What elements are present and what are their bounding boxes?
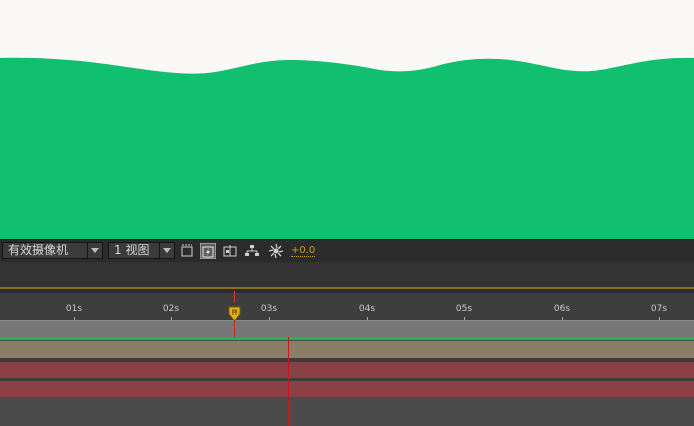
ruler-label: 07s: [650, 304, 668, 314]
ruler-label: 05s: [455, 304, 473, 314]
camera-dropdown-label: 有效摄像机: [8, 243, 69, 257]
current-time-indicator-line: [234, 291, 235, 302]
chevron-down-icon: [159, 243, 174, 258]
viewer-toolbar: 有效摄像机 1 视图 +0.0: [0, 239, 694, 262]
ruler-label: 03s: [260, 304, 278, 314]
current-time-indicator-line: [234, 320, 235, 337]
layer-duration-bar[interactable]: [0, 381, 694, 397]
ruler-label: 01s: [65, 304, 83, 314]
current-time-indicator-icon[interactable]: [228, 306, 241, 322]
camera-dropdown[interactable]: 有效摄像机: [2, 242, 103, 259]
layer-duration-bar[interactable]: [0, 362, 694, 378]
timeline-header-area: [0, 262, 694, 287]
work-area-band[interactable]: [0, 320, 694, 337]
time-ruler[interactable]: 01s 02s 03s 04s 05s 06s 07s: [0, 293, 694, 320]
layer-duration-bar[interactable]: [0, 341, 694, 358]
view-layout-dropdown-label: 1 视图: [114, 243, 150, 257]
fast-previews-icon[interactable]: [200, 243, 216, 259]
ruler-label: 06s: [553, 304, 571, 314]
exposure-icon[interactable]: [268, 243, 284, 259]
flowchart-icon[interactable]: [244, 243, 260, 259]
green-marker-line: [0, 337, 694, 340]
ruler-label: 04s: [358, 304, 376, 314]
timeline-icon[interactable]: [222, 243, 238, 259]
region-of-interest-icon[interactable]: [179, 243, 195, 259]
ruler-label: 02s: [162, 304, 180, 314]
chevron-down-icon: [87, 243, 102, 258]
marker-line: [288, 337, 289, 426]
exposure-value[interactable]: +0.0: [291, 245, 316, 257]
view-layout-dropdown[interactable]: 1 视图: [108, 242, 175, 259]
composition-viewer[interactable]: [0, 0, 694, 239]
green-wave-shape: [0, 57, 694, 239]
